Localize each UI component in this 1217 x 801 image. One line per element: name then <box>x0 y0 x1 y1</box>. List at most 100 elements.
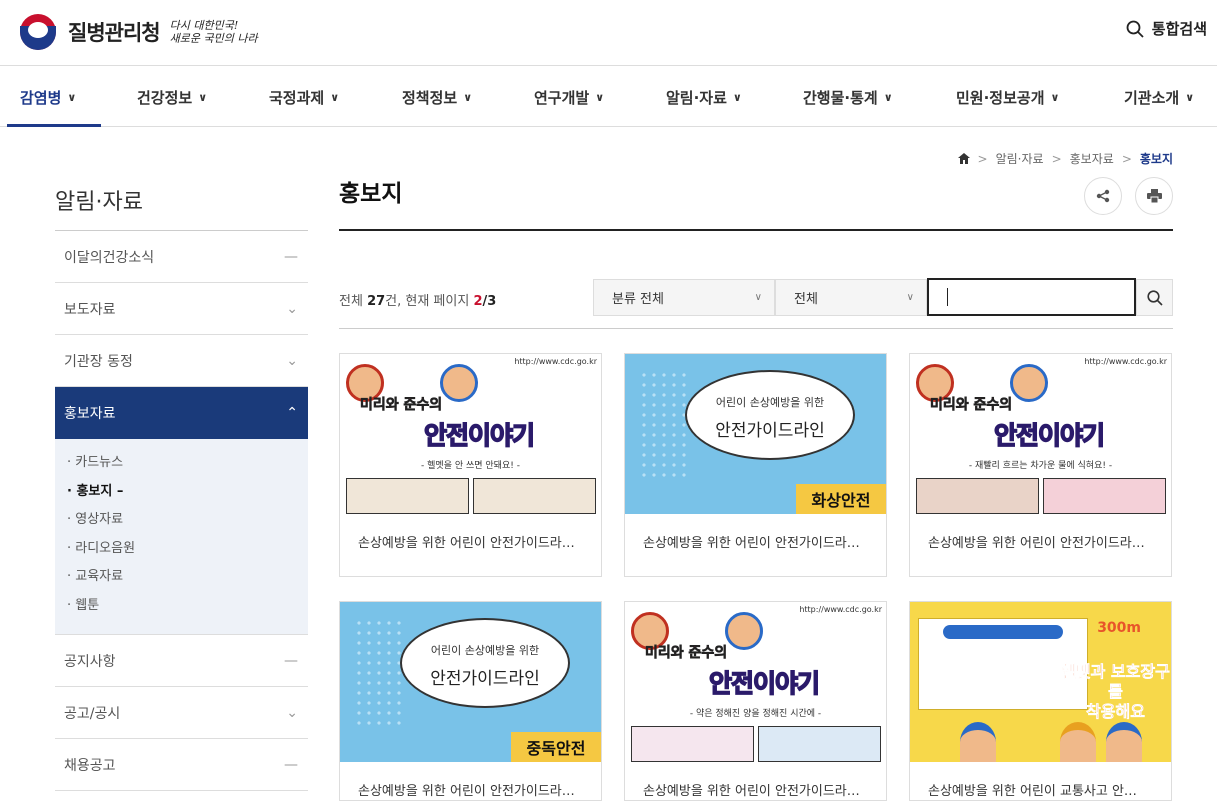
gnb-item-health-info[interactable]: 건강정보 ∨ <box>137 67 207 127</box>
speech-bubble: 어린이 손상예방을 위한 안전가이드라인 <box>685 370 855 460</box>
gnb-item-policy-info[interactable]: 정책정보 ∨ <box>402 67 472 127</box>
gnb-item-national-tasks[interactable]: 국정과제 ∨ <box>269 67 339 127</box>
chevron-right-icon: > <box>1121 151 1132 166</box>
chevron-down-icon: ∨ <box>595 90 605 104</box>
print-button[interactable] <box>1135 177 1173 215</box>
search-icon <box>1126 20 1144 38</box>
chevron-down-icon: ∨ <box>732 90 742 104</box>
chevron-right-icon: > <box>977 151 988 166</box>
character-boy-icon <box>960 722 996 762</box>
breadcrumb: > 알림·자료 > 홍보자료 > 홍보지 <box>957 150 1173 167</box>
site-header: 질병관리청 다시 대한민국! 새로운 국민의 나라 통합검색 <box>0 0 1217 66</box>
gnb-item-news-materials[interactable]: 알림·자료 ∨ <box>666 67 742 127</box>
home-icon[interactable] <box>957 153 970 164</box>
sidebar-item-notices[interactable]: 공지사항 — <box>55 635 308 687</box>
agency-name: 질병관리청 <box>68 21 161 45</box>
search-input[interactable] <box>927 278 1136 316</box>
leaflet-thumbnail: 어린이 손상예방을 위한 안전가이드라인 화상안전 <box>625 354 886 514</box>
submenu-item-education[interactable]: · 교육자료 <box>67 563 308 592</box>
leaflet-card[interactable]: http://www.cdc.go.kr 미리와 준수의 안전이야기 - 약은 … <box>624 601 887 801</box>
gnb-item-publications-stats[interactable]: 간행물·통계 ∨ <box>803 67 893 127</box>
breadcrumb-item[interactable]: 알림·자료 <box>996 150 1044 167</box>
minus-icon: — <box>284 248 298 265</box>
chevron-down-icon: ⌄ <box>286 704 298 721</box>
search-button[interactable] <box>1136 279 1173 316</box>
card-caption: 손상예방을 위한 어린이 안전가이드라… <box>643 536 860 551</box>
chevron-right-icon: > <box>1051 151 1062 166</box>
chevron-down-icon: ∨ <box>1185 90 1195 104</box>
leaflet-thumbnail: 어린이 손상예방을 위한 안전가이드라인 중독안전 <box>340 602 601 762</box>
character-girl-icon <box>1060 722 1096 762</box>
integrated-search-button[interactable]: 통합검색 <box>1126 18 1207 39</box>
chevron-down-icon: ∨ <box>1050 90 1060 104</box>
sidebar-title: 알림·자료 <box>55 190 143 215</box>
search-icon <box>1146 289 1163 306</box>
chevron-down-icon: ∨ <box>906 292 914 303</box>
leaflet-card[interactable]: 어린이 손상예방을 위한 안전가이드라인 화상안전 손상예방을 위한 어린이 안… <box>624 353 887 577</box>
result-count: 전체 27건, 현재 페이지 2/3 <box>339 294 497 309</box>
minus-icon: — <box>284 652 298 669</box>
share-button[interactable] <box>1084 177 1122 215</box>
card-caption: 손상예방을 위한 어린이 안전가이드라… <box>358 784 575 799</box>
text-cursor <box>947 288 948 306</box>
breadcrumb-current: 홍보지 <box>1139 152 1173 166</box>
site-logo[interactable]: 질병관리청 다시 대한민국! 새로운 국민의 나라 <box>18 12 258 52</box>
character-boy-icon <box>440 364 478 402</box>
sidebar-submenu: · 카드뉴스 · 홍보지 – · 영상자료 · 라디오음원 · 교육자료 · 웹… <box>55 439 308 635</box>
leaflet-thumbnail: http://www.cdc.go.kr 미리와 준수의 안전이야기 - 약은 … <box>625 602 886 762</box>
minus-icon: — <box>284 756 298 773</box>
category-select[interactable]: 분류 전체 ∨ <box>593 279 775 316</box>
chevron-up-icon: ⌃ <box>286 405 298 421</box>
filter-divider <box>339 328 1173 329</box>
card-caption: 손상예방을 위한 어린이 안전가이드라… <box>928 536 1145 551</box>
gnb-item-research[interactable]: 연구개발 ∨ <box>534 67 604 127</box>
sidebar-item-press-release[interactable]: 보도자료 ⌄ <box>55 283 308 335</box>
gnb-item-civil-service[interactable]: 민원·정보공개 ∨ <box>956 67 1059 127</box>
comic-panels <box>346 478 596 514</box>
scope-select[interactable]: 전체 ∨ <box>775 279 927 316</box>
global-navigation: 감염병 ∨ 건강정보 ∨ 국정과제 ∨ 정책정보 ∨ 연구개발 ∨ 알림·자료 ∨ 간행물·… <box>0 67 1217 127</box>
chevron-down-icon: ∨ <box>883 90 893 104</box>
character-boy-icon <box>725 612 763 650</box>
submenu-item-card-news[interactable]: · 카드뉴스 <box>67 449 308 478</box>
slogan: 다시 대한민국! 새로운 국민의 나라 <box>169 19 258 45</box>
leaflet-card[interactable]: http://www.cdc.go.kr 미리와 준수의 안전이야기 - 헬멧을… <box>339 353 602 577</box>
leaflet-card[interactable]: 300m 헬멧과 보호장구를 착용해요 손상예방을 위한 어린이 교통사고 안… <box>909 601 1172 801</box>
card-caption: 손상예방을 위한 어린이 교통사고 안… <box>928 784 1137 799</box>
submenu-item-webtoon[interactable]: · 웹툰 <box>67 592 308 621</box>
gnb-item-about[interactable]: 기관소개 ∨ <box>1124 67 1194 127</box>
chevron-down-icon: ∨ <box>463 90 473 104</box>
gnb-item-infectious-disease[interactable]: 감염병 ∨ <box>20 67 76 127</box>
sidebar-item-announcements[interactable]: 공고/공시 ⌄ <box>55 687 308 739</box>
sidebar-item-promo-materials[interactable]: 홍보자료 ⌃ <box>55 387 308 439</box>
comic-panels <box>631 726 881 762</box>
submenu-item-leaflet[interactable]: · 홍보지 – <box>67 478 308 507</box>
chevron-down-icon: ⌄ <box>286 352 298 369</box>
title-divider <box>339 229 1173 231</box>
character-boy-icon <box>1106 722 1142 762</box>
card-caption: 손상예방을 위한 어린이 안전가이드라… <box>358 536 575 551</box>
chevron-down-icon: ∨ <box>330 90 340 104</box>
active-tab-indicator <box>7 124 101 127</box>
leaflet-thumbnail: 300m 헬멧과 보호장구를 착용해요 <box>910 602 1171 762</box>
sidebar-item-head-activities[interactable]: 기관장 동정 ⌄ <box>55 335 308 387</box>
sidebar-item-recruitment[interactable]: 채용공고 — <box>55 739 308 791</box>
page-title: 홍보지 <box>339 181 403 207</box>
chevron-down-icon: ⌄ <box>286 300 298 317</box>
leaflet-card[interactable]: 어린이 손상예방을 위한 안전가이드라인 중독안전 손상예방을 위한 어린이 안… <box>339 601 602 801</box>
breadcrumb-item[interactable]: 홍보자료 <box>1070 150 1114 167</box>
submenu-item-video[interactable]: · 영상자료 <box>67 506 308 535</box>
chevron-down-icon: ∨ <box>754 292 762 303</box>
chevron-down-icon: ∨ <box>198 90 208 104</box>
share-icon <box>1096 189 1110 203</box>
leaflet-thumbnail: http://www.cdc.go.kr 미리와 준수의 안전이야기 - 재빨리… <box>910 354 1171 514</box>
leaflet-thumbnail: http://www.cdc.go.kr 미리와 준수의 안전이야기 - 헬멧을… <box>340 354 601 514</box>
chevron-down-icon: ∨ <box>67 90 77 104</box>
print-icon <box>1146 189 1162 203</box>
character-boy-icon <box>1010 364 1048 402</box>
leaflet-card[interactable]: http://www.cdc.go.kr 미리와 준수의 안전이야기 - 재빨리… <box>909 353 1172 577</box>
comic-panels <box>916 478 1166 514</box>
submenu-item-radio[interactable]: · 라디오음원 <box>67 535 308 564</box>
sidebar-menu: 이달의건강소식 — 보도자료 ⌄ 기관장 동정 ⌄ 홍보자료 ⌃ · 카드뉴스 · 홍보… <box>55 230 308 791</box>
sidebar-item-monthly-health[interactable]: 이달의건강소식 — <box>55 231 308 283</box>
